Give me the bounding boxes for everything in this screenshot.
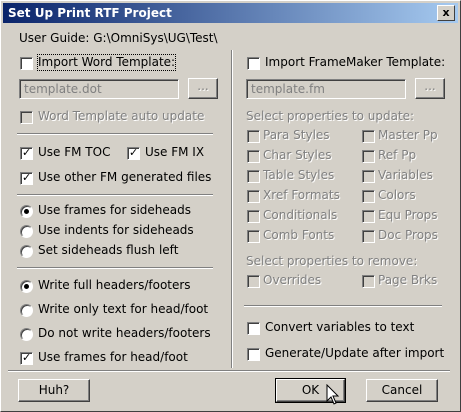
word-template-browse-button[interactable]: ... [188, 78, 218, 99]
fm-template-browse-button[interactable]: ... [415, 78, 445, 99]
separator [8, 370, 450, 372]
convert-variables-label: Convert variables to text [265, 320, 415, 334]
use-frames-headfoot-label: Use frames for head/foot [38, 350, 188, 364]
update-prop-checkbox[interactable] [247, 170, 260, 183]
header-radio-full[interactable] [20, 280, 33, 293]
sidehead-radio-indents[interactable] [20, 225, 33, 238]
fm-template-value: template.fm [251, 82, 325, 96]
use-fm-ix-label: Use FM IX [145, 145, 205, 159]
check-icon: ✓ [22, 146, 32, 159]
separator [17, 133, 213, 135]
update-prop-checkbox[interactable] [362, 170, 375, 183]
select-remove-label: Select properties to remove: [246, 254, 418, 268]
update-prop-checkbox[interactable] [247, 190, 260, 203]
import-fm-template-checkbox[interactable] [247, 57, 260, 70]
sidehead-radio-flush[interactable] [20, 245, 33, 258]
update-prop-checkbox[interactable] [362, 190, 375, 203]
fm-template-field[interactable]: template.fm [246, 79, 406, 99]
update-prop-label: Ref Pp [378, 148, 417, 162]
remove-prop-checkbox[interactable] [362, 275, 375, 288]
remove-prop-checkbox[interactable] [247, 275, 260, 288]
update-prop-label: Char Styles [263, 148, 332, 162]
use-fm-ix-checkbox[interactable]: ✓ [127, 146, 140, 160]
convert-variables-checkbox[interactable] [247, 322, 260, 335]
import-word-template-checkbox[interactable] [20, 57, 33, 70]
check-icon: ✓ [129, 146, 139, 159]
sidehead-option-label: Use indents for sideheads [38, 223, 194, 237]
help-button[interactable]: Huh? [18, 379, 90, 402]
update-prop-checkbox[interactable] [362, 230, 375, 243]
update-prop-checkbox[interactable] [362, 150, 375, 163]
update-prop-label: Variables [378, 168, 433, 182]
update-prop-checkbox[interactable] [247, 210, 260, 223]
separator [17, 194, 213, 196]
update-prop-label: Table Styles [263, 168, 335, 182]
update-prop-label: Master Pp [378, 128, 438, 142]
update-prop-checkbox[interactable] [362, 130, 375, 143]
update-prop-label: Colors [378, 188, 416, 202]
select-update-label: Select properties to update: [246, 109, 415, 123]
update-prop-checkbox[interactable] [247, 230, 260, 243]
header-option-label: Write full headers/footers [38, 278, 191, 292]
separator [17, 267, 213, 269]
sidehead-option-label: Use frames for sideheads [38, 203, 191, 217]
update-prop-label: Conditionals [263, 208, 338, 222]
use-other-fm-label: Use other FM generated files [38, 170, 212, 184]
update-prop-label: Para Styles [263, 128, 330, 142]
update-prop-label: Xref Formats [263, 188, 340, 202]
word-template-auto-update-checkbox[interactable] [20, 111, 33, 124]
use-fm-toc-label: Use FM TOC [38, 145, 111, 159]
separator [244, 305, 442, 307]
header-option-label: Write only text for head/foot [38, 302, 209, 316]
word-template-value: template.dot [24, 82, 102, 96]
header-radio-none[interactable] [20, 328, 33, 341]
remove-prop-label: Overrides [263, 273, 322, 287]
update-prop-checkbox[interactable] [247, 150, 260, 163]
cancel-button[interactable]: Cancel [366, 379, 438, 402]
remove-prop-label: Page Brks [378, 273, 438, 287]
column-divider [231, 50, 233, 368]
word-template-auto-update-label: Word Template auto update [38, 109, 205, 123]
update-prop-checkbox[interactable] [362, 210, 375, 223]
update-prop-label: Comb Fonts [263, 228, 335, 242]
word-template-field[interactable]: template.dot [19, 79, 179, 99]
generate-update-label: Generate/Update after import [265, 346, 445, 360]
mouse-cursor-icon [326, 384, 340, 405]
generate-update-checkbox[interactable] [247, 348, 260, 361]
update-prop-label: Equ Props [378, 208, 438, 222]
header-option-label: Do not write headers/footers [38, 326, 211, 340]
use-other-fm-checkbox[interactable]: ✓ [20, 171, 33, 185]
update-prop-label: Doc Props [378, 228, 438, 242]
import-fm-template-label: Import FrameMaker Template: [265, 55, 446, 69]
sidehead-option-label: Set sideheads flush left [38, 243, 179, 257]
header-radio-text-only[interactable] [20, 304, 33, 317]
close-button[interactable]: x [437, 5, 455, 21]
use-fm-toc-checkbox[interactable]: ✓ [20, 146, 33, 160]
import-word-template-label[interactable]: Import Word Template: [36, 54, 177, 71]
title-bar: Set Up Print RTF Project x [3, 3, 458, 23]
user-guide-path: User Guide: G:\OmniSys\UG\Test\ [19, 31, 218, 45]
check-icon: ✓ [22, 351, 32, 364]
use-frames-headfoot-checkbox[interactable]: ✓ [20, 351, 33, 365]
window-title: Set Up Print RTF Project [8, 6, 172, 20]
sidehead-radio-frames[interactable] [20, 205, 33, 218]
update-prop-checkbox[interactable] [247, 130, 260, 143]
check-icon: ✓ [22, 171, 32, 184]
